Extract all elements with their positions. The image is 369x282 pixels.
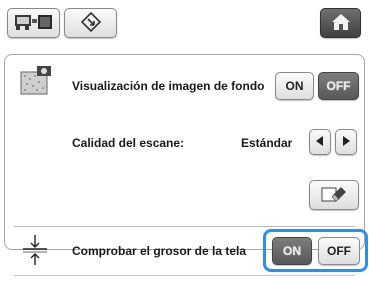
scan-quality-label: Calidad del escane: (72, 136, 185, 150)
home-button[interactable] (320, 8, 361, 38)
background-image-icon (18, 64, 54, 103)
bottom-divider (14, 275, 355, 276)
clear-background-button[interactable] (309, 180, 359, 210)
triangle-right-icon (342, 135, 350, 149)
off-label: OFF (327, 244, 351, 258)
fabric-thickness-icon (22, 234, 48, 271)
section-divider (14, 226, 355, 227)
triangle-left-icon (316, 135, 324, 149)
embroidery-machine-icon (14, 12, 54, 35)
on-label: ON (283, 244, 301, 258)
home-icon (331, 13, 351, 34)
background-image-on-button[interactable]: ON (275, 72, 314, 100)
diamond-arrow-icon (80, 11, 102, 36)
edit-pattern-button[interactable] (64, 8, 117, 38)
embroidery-machine-button[interactable] (7, 8, 60, 38)
scan-quality-prev-button[interactable] (309, 129, 331, 155)
background-image-off-button[interactable]: OFF (318, 72, 359, 100)
scan-quality-value: Estándar (241, 136, 293, 150)
fabric-thickness-on-button[interactable]: ON (272, 237, 312, 265)
on-label: ON (285, 79, 304, 93)
eraser-icon (320, 184, 348, 207)
background-image-label: Visualización de imagen de fondo (72, 79, 265, 93)
fabric-thickness-label: Comprobar el grosor de la tela (72, 244, 247, 258)
scan-quality-next-button[interactable] (335, 129, 357, 155)
fabric-thickness-off-button[interactable]: OFF (318, 237, 360, 265)
off-label: OFF (326, 79, 351, 93)
